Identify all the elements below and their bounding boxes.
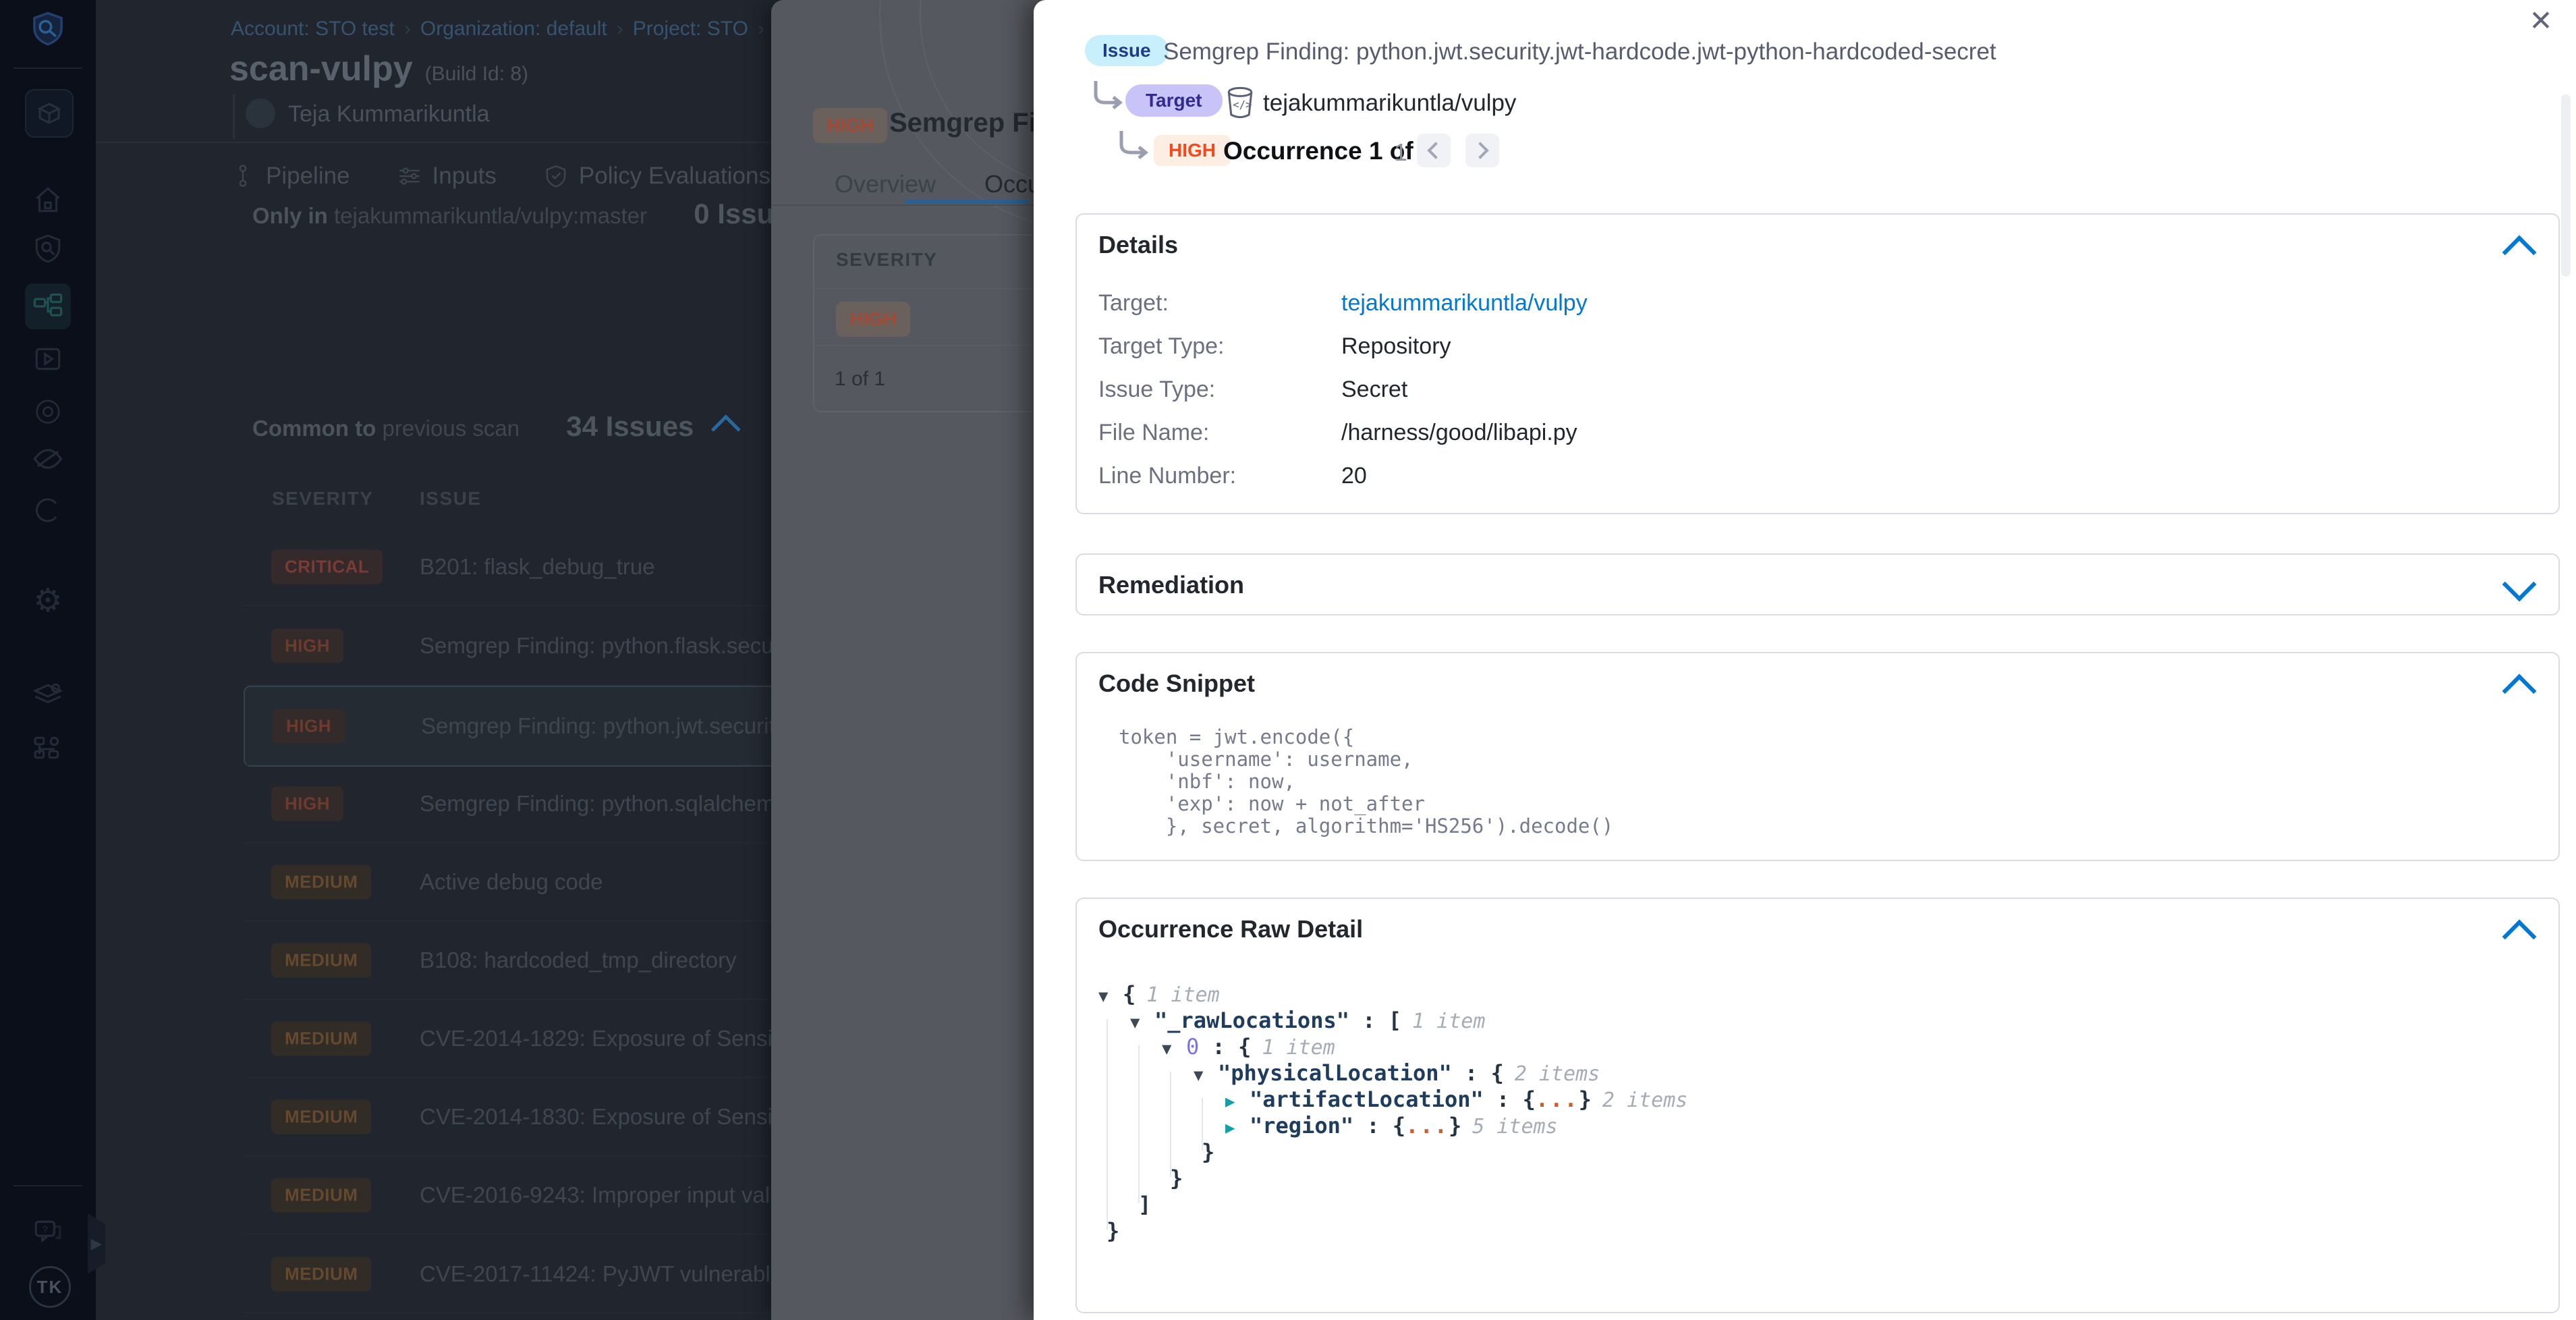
nav-pipelines-icon-selected[interactable] (25, 283, 71, 329)
user-avatar-small (246, 99, 275, 128)
harness-sto-logo-icon (0, 9, 96, 47)
page-title: scan-vulpy(Build Id: 8) (229, 49, 528, 89)
shield-check-icon (544, 164, 568, 188)
nav-project-setup-icon[interactable] (0, 729, 96, 767)
triggered-by-user: Teja Kummarikuntla (288, 101, 490, 128)
nav-executions-icon[interactable] (0, 340, 96, 378)
tab-policy-evaluations[interactable]: Policy Evaluations (544, 163, 771, 190)
nav-default-settings-icon[interactable] (0, 676, 96, 714)
severity-badge: MEDIUM (271, 1178, 371, 1213)
nav-settings-gear-icon[interactable]: ⚙ (0, 582, 96, 620)
user-avatar[interactable]: TK (29, 1266, 71, 1308)
collapse-chevron-icon[interactable] (711, 414, 741, 444)
issue-label: B108: hardcoded_tmp_directory (420, 947, 737, 973)
severity-badge: MEDIUM (271, 1257, 371, 1292)
issue-label: Active debug code (420, 869, 603, 895)
tab-inputs[interactable]: Inputs (397, 163, 497, 190)
occurrence-detail-drawer (1034, 0, 2576, 1320)
severity-badge: MEDIUM (271, 943, 371, 978)
group-common-heading: Common to previous scan 34 Issues (252, 410, 740, 443)
sidebar-divider (13, 1185, 82, 1186)
nav-overview-icon[interactable] (0, 229, 96, 267)
severity-badge: HIGH (271, 787, 343, 821)
column-header-issue: ISSUE (420, 488, 482, 510)
divider (233, 94, 235, 139)
pipeline-icon (231, 164, 255, 188)
inputs-icon (397, 164, 422, 188)
nav-home-icon[interactable] (0, 181, 96, 219)
group-issue-count: 34 Issues (566, 410, 694, 442)
breadcrumb-org[interactable]: Organization: default (420, 18, 607, 40)
cube-icon (34, 99, 64, 128)
severity-badge: CRITICAL (271, 550, 383, 584)
module-switcher-button[interactable] (25, 89, 74, 138)
severity-badge: HIGH (273, 709, 345, 744)
severity-badge: MEDIUM (271, 1022, 371, 1056)
group-only-in-heading: Only in tejakummarikuntla/vulpy:master 0… (252, 198, 851, 230)
help-icon[interactable]: ? (0, 1213, 96, 1251)
nav-exemptions-icon[interactable] (0, 440, 96, 478)
left-nav-sidebar: ◎ ⚙ ? (0, 0, 96, 1320)
sidebar-divider (13, 67, 82, 69)
nav-targets-icon[interactable]: ◎ (0, 390, 96, 428)
tab-pipeline[interactable]: Pipeline (231, 163, 350, 190)
issue-label: B201: flask_debug_true (420, 554, 655, 580)
column-header-severity: SEVERITY (272, 488, 373, 510)
severity-badge: MEDIUM (271, 1100, 371, 1134)
svg-text:?: ? (43, 1225, 48, 1236)
breadcrumb-project[interactable]: Project: STO (633, 18, 748, 40)
build-id: (Build Id: 8) (425, 63, 528, 85)
breadcrumb-account[interactable]: Account: STO test (231, 18, 395, 40)
app-root: ◎ ⚙ ? (0, 0, 2576, 1320)
severity-badge: MEDIUM (271, 865, 371, 900)
nav-getting-started-icon[interactable] (0, 491, 96, 529)
severity-badge: HIGH (271, 629, 343, 663)
